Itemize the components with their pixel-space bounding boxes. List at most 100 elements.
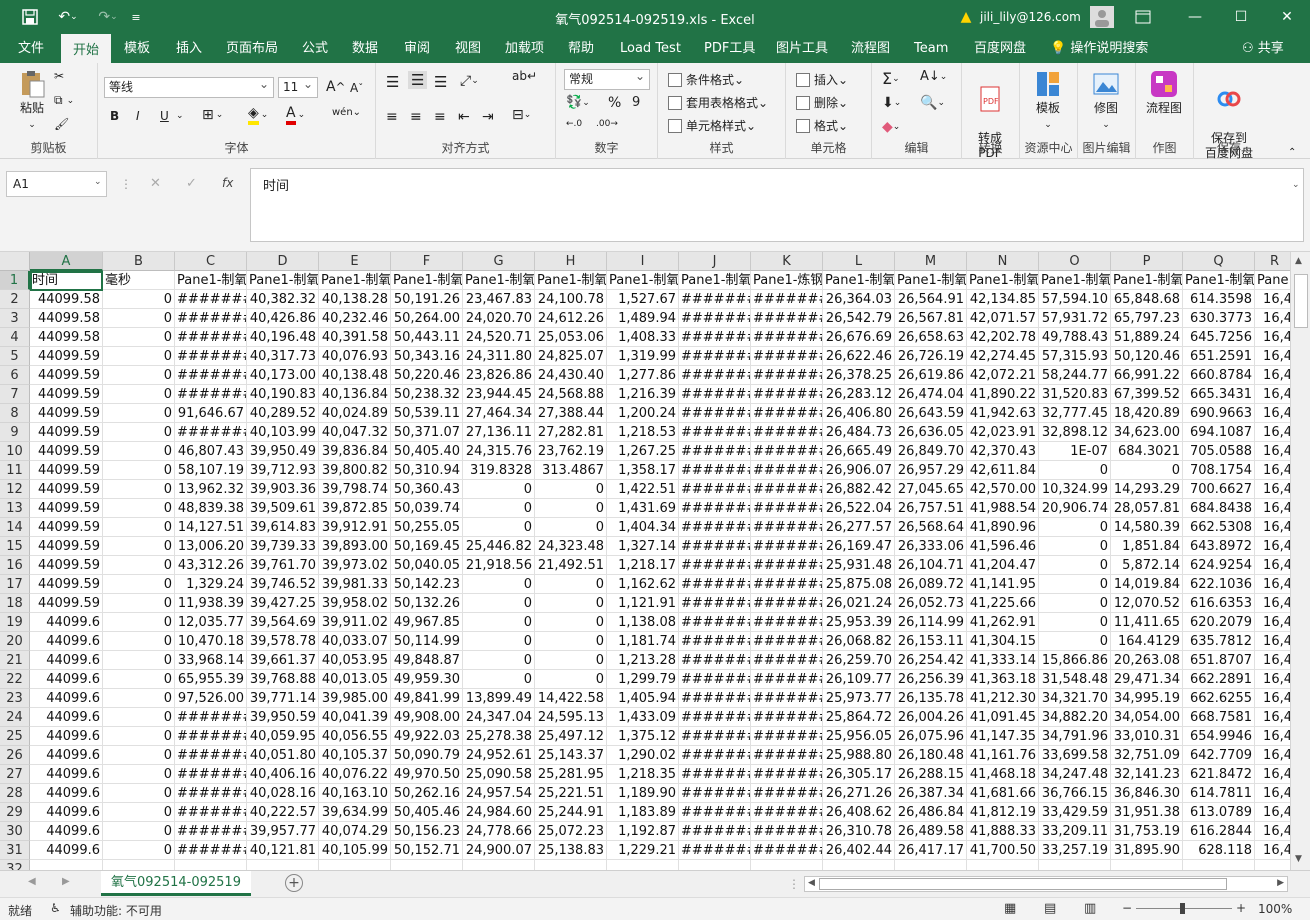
data-cell[interactable]: 0 (103, 651, 175, 670)
data-cell[interactable]: 33,209.11 (1039, 822, 1111, 841)
data-cell[interactable]: 1,218.53 (607, 423, 679, 442)
data-cell[interactable]: 26,658.63 (895, 328, 967, 347)
data-cell[interactable]: 25,973.77 (823, 689, 895, 708)
data-cell[interactable]: 16,4 (1255, 423, 1295, 442)
data-cell[interactable]: 313.4867 (535, 461, 607, 480)
data-cell[interactable]: 630.3773 (1183, 309, 1255, 328)
data-cell[interactable]: 41,468.18 (967, 765, 1039, 784)
data-cell[interactable]: 26,283.12 (823, 385, 895, 404)
data-cell[interactable]: 0 (103, 480, 175, 499)
data-cell[interactable]: 614.7811 (1183, 784, 1255, 803)
data-cell[interactable]: 0 (103, 784, 175, 803)
tab-team[interactable]: Team (914, 34, 948, 63)
row-header[interactable]: 17 (0, 575, 30, 594)
header-cell[interactable]: Pane1-制氧 (535, 271, 607, 290)
data-cell[interactable]: 42,072.21 (967, 366, 1039, 385)
data-cell[interactable]: 28,057.81 (1111, 499, 1183, 518)
data-cell[interactable]: 0 (103, 746, 175, 765)
tab-picture-tools[interactable]: 图片工具 (776, 34, 828, 63)
header-cell[interactable]: Pane1-制氧 (319, 271, 391, 290)
data-cell[interactable]: 25,090.58 (463, 765, 535, 784)
increase-font-button[interactable]: A ^ (326, 79, 345, 95)
data-cell[interactable]: 57,931.72 (1039, 309, 1111, 328)
vertical-scrollbar[interactable]: ▲ ▼ (1290, 252, 1310, 870)
data-cell[interactable]: 42,023.91 (967, 423, 1039, 442)
data-cell[interactable]: 1,327.14 (607, 537, 679, 556)
data-cell[interactable]: ####### (751, 746, 823, 765)
column-header-c[interactable]: C (175, 252, 247, 271)
customize-qat-icon[interactable]: ≡ (128, 6, 144, 28)
data-cell[interactable]: 16,4 (1255, 290, 1295, 309)
scroll-up-icon[interactable]: ▲ (1295, 256, 1302, 266)
column-header-n[interactable]: N (967, 252, 1039, 271)
data-cell[interactable]: 164.4129 (1111, 632, 1183, 651)
data-cell[interactable]: 16,4 (1255, 442, 1295, 461)
data-cell[interactable]: 12,035.77 (175, 613, 247, 632)
row-header[interactable]: 28 (0, 784, 30, 803)
data-cell[interactable]: 41,204.47 (967, 556, 1039, 575)
data-cell[interactable]: 0 (463, 594, 535, 613)
data-cell[interactable]: 50,114.99 (391, 632, 463, 651)
data-cell[interactable]: ####### (679, 727, 751, 746)
data-cell[interactable]: 25,446.82 (463, 537, 535, 556)
data-cell[interactable]: 58,244.77 (1039, 366, 1111, 385)
data-cell[interactable]: 1,267.25 (607, 442, 679, 461)
data-cell[interactable]: 25,072.23 (535, 822, 607, 841)
data-cell[interactable]: 25,138.83 (535, 841, 607, 860)
data-cell[interactable]: ####### (751, 632, 823, 651)
scroll-right-icon[interactable]: ▶ (1274, 877, 1287, 889)
data-cell[interactable]: 12,070.52 (1111, 594, 1183, 613)
data-cell[interactable]: 39,712.93 (247, 461, 319, 480)
tab-template[interactable]: 模板 (124, 34, 150, 63)
data-cell[interactable]: ####### (679, 765, 751, 784)
data-cell[interactable]: 39,564.69 (247, 613, 319, 632)
avatar[interactable] (1090, 6, 1114, 28)
data-cell[interactable]: 25,988.80 (823, 746, 895, 765)
data-cell[interactable]: 5,872.14 (1111, 556, 1183, 575)
data-cell[interactable]: 44099.6 (30, 708, 103, 727)
row-header[interactable]: 12 (0, 480, 30, 499)
data-cell[interactable]: ####### (175, 708, 247, 727)
select-all-corner[interactable] (0, 252, 30, 271)
data-cell[interactable]: 0 (1039, 575, 1111, 594)
data-cell[interactable] (751, 860, 823, 870)
data-cell[interactable]: 0 (103, 670, 175, 689)
data-cell[interactable]: 26,089.72 (895, 575, 967, 594)
conditional-format-button[interactable]: 条件格式 ⌄ (668, 71, 744, 88)
data-cell[interactable]: 0 (535, 480, 607, 499)
data-cell[interactable]: 26,676.69 (823, 328, 895, 347)
data-cell[interactable]: 0 (463, 575, 535, 594)
data-cell[interactable]: 0 (1111, 461, 1183, 480)
data-cell[interactable]: 44099.6 (30, 651, 103, 670)
data-cell[interactable]: 16,4 (1255, 746, 1295, 765)
data-cell[interactable]: 26,484.73 (823, 423, 895, 442)
data-cell[interactable]: 44099.59 (30, 499, 103, 518)
data-cell[interactable]: 44099.6 (30, 727, 103, 746)
data-cell[interactable]: 50,405.40 (391, 442, 463, 461)
data-cell[interactable]: 26,726.19 (895, 347, 967, 366)
data-cell[interactable]: 44099.59 (30, 518, 103, 537)
tab-baidu-netdisk[interactable]: 百度网盘 (974, 34, 1026, 63)
column-header-o[interactable]: O (1039, 252, 1111, 271)
data-cell[interactable]: 622.1036 (1183, 575, 1255, 594)
data-cell[interactable]: 65,848.68 (1111, 290, 1183, 309)
data-cell[interactable]: 1E-07 (1039, 442, 1111, 461)
data-cell[interactable]: 13,962.32 (175, 480, 247, 499)
paste-button[interactable]: 粘贴 ⌄ (6, 69, 58, 133)
data-cell[interactable]: 1,299.79 (607, 670, 679, 689)
data-cell[interactable]: 40,406.16 (247, 765, 319, 784)
row-header[interactable]: 10 (0, 442, 30, 461)
row-header[interactable]: 8 (0, 404, 30, 423)
data-cell[interactable]: 1,229.21 (607, 841, 679, 860)
data-cell[interactable]: 26,402.44 (823, 841, 895, 860)
data-cell[interactable]: 41,681.66 (967, 784, 1039, 803)
data-cell[interactable]: 26,259.70 (823, 651, 895, 670)
data-cell[interactable]: 44099.6 (30, 765, 103, 784)
data-cell[interactable] (391, 860, 463, 870)
data-cell[interactable]: ####### (175, 290, 247, 309)
data-cell[interactable]: ####### (679, 613, 751, 632)
data-cell[interactable]: 16,4 (1255, 518, 1295, 537)
data-cell[interactable]: 26,489.58 (895, 822, 967, 841)
zoom-slider-thumb[interactable] (1180, 903, 1185, 914)
data-cell[interactable]: 1,189.90 (607, 784, 679, 803)
